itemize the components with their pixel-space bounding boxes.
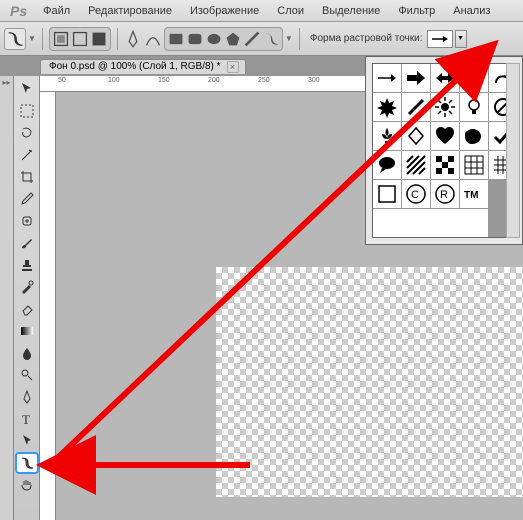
custom-shape[interactable]: [262, 30, 280, 48]
shape-arrow-thin[interactable]: [373, 64, 401, 92]
magic-wand-tool[interactable]: [15, 144, 39, 166]
menu-file[interactable]: Файл: [35, 3, 78, 19]
shape-arrow-up-right[interactable]: [460, 64, 488, 92]
shape-grid[interactable]: [460, 151, 488, 179]
eraser-tool[interactable]: [15, 298, 39, 320]
hand-tool[interactable]: [15, 474, 39, 496]
healing-tool[interactable]: [15, 210, 39, 232]
menu-select[interactable]: Выделение: [314, 3, 388, 19]
crop-tool[interactable]: [15, 166, 39, 188]
shape-sun[interactable]: [431, 93, 459, 121]
close-icon[interactable]: ×: [227, 61, 239, 73]
blur-tool[interactable]: [15, 342, 39, 364]
transparent-layer-area: [216, 267, 523, 497]
tool-preset-button[interactable]: [4, 28, 26, 50]
shape-picker-label: Форма растровой точки:: [310, 33, 423, 44]
shape-tools-group: [164, 27, 283, 51]
shape-diamond-outline[interactable]: [402, 122, 430, 150]
svg-text:TM: TM: [464, 190, 478, 201]
ellipse-shape[interactable]: [205, 30, 223, 48]
shapes-grid: C R TM: [372, 63, 516, 238]
toolbox: T: [14, 76, 40, 520]
dropdown-caret-icon[interactable]: ▼: [28, 34, 36, 43]
menu-layer[interactable]: Слои: [269, 3, 312, 19]
type-tool[interactable]: T: [15, 408, 39, 430]
fill-pixels-mode[interactable]: [90, 30, 108, 48]
shape-picker-dropdown[interactable]: ▼: [455, 30, 467, 48]
shape-slash[interactable]: [402, 93, 430, 121]
shape-arrow-bold[interactable]: [402, 64, 430, 92]
shape-bulb[interactable]: [460, 93, 488, 121]
pen-icon[interactable]: [124, 30, 142, 48]
ruler-vertical: [40, 92, 56, 520]
gradient-tool[interactable]: [15, 320, 39, 342]
menu-analysis[interactable]: Анализ: [445, 3, 498, 19]
eyedropper-tool[interactable]: [15, 188, 39, 210]
menubar: Ps Файл Редактирование Изображение Слои …: [0, 0, 523, 22]
stamp-tool[interactable]: [15, 254, 39, 276]
shape-options-caret-icon[interactable]: ▼: [285, 34, 293, 43]
panel-scrollbar[interactable]: [506, 63, 520, 238]
shape-blob[interactable]: [460, 122, 488, 150]
menu-edit[interactable]: Редактирование: [80, 3, 180, 19]
line-shape[interactable]: [243, 30, 261, 48]
drawing-mode-group: [49, 27, 111, 51]
panel-dock-left: ▸▸: [0, 76, 14, 520]
lasso-tool[interactable]: [15, 122, 39, 144]
shape-preview[interactable]: [427, 30, 453, 48]
document-tab[interactable]: Фон 0.psd @ 100% (Слой 1, RGB/8) * ×: [40, 59, 246, 74]
shape-arrow-double[interactable]: [431, 64, 459, 92]
shape-empty-row: [373, 209, 488, 237]
shape-trademark[interactable]: TM: [460, 180, 488, 208]
path-selection-tool[interactable]: [15, 430, 39, 452]
custom-shapes-panel: C R TM: [365, 56, 523, 245]
divider: [117, 28, 118, 50]
divider: [42, 28, 43, 50]
polygon-shape[interactable]: [224, 30, 242, 48]
menu-image[interactable]: Изображение: [182, 3, 267, 19]
shape-heart[interactable]: [431, 122, 459, 150]
menu-filter[interactable]: Фильтр: [390, 3, 443, 19]
shape-registered[interactable]: R: [431, 180, 459, 208]
options-bar: ▼ ▼ Форма растровой точки: ▼: [0, 22, 523, 56]
custom-shape-tool[interactable]: [15, 452, 39, 474]
shape-starburst[interactable]: [373, 93, 401, 121]
shape-layer-mode[interactable]: [52, 30, 70, 48]
svg-text:R: R: [440, 189, 448, 201]
path-mode[interactable]: [71, 30, 89, 48]
pen-tool[interactable]: [15, 386, 39, 408]
rounded-rect-shape[interactable]: [186, 30, 204, 48]
svg-text:T: T: [22, 412, 30, 427]
shape-checker[interactable]: [431, 151, 459, 179]
shape-copyright[interactable]: C: [402, 180, 430, 208]
brush-tool[interactable]: [15, 232, 39, 254]
dock-handle-icon[interactable]: ▸▸: [2, 78, 10, 87]
history-brush-tool[interactable]: [15, 276, 39, 298]
shape-speech-bubble[interactable]: [373, 151, 401, 179]
divider: [299, 28, 300, 50]
marquee-tool[interactable]: [15, 100, 39, 122]
move-tool[interactable]: [15, 78, 39, 100]
app-logo: Ps: [4, 3, 33, 19]
freeform-pen-icon[interactable]: [144, 30, 162, 48]
shape-stripes[interactable]: [402, 151, 430, 179]
document-tab-title: Фон 0.psd @ 100% (Слой 1, RGB/8) *: [49, 61, 221, 72]
svg-text:C: C: [411, 189, 419, 201]
shape-fleur[interactable]: [373, 122, 401, 150]
shape-square-outline[interactable]: [373, 180, 401, 208]
rectangle-shape[interactable]: [167, 30, 185, 48]
dodge-tool[interactable]: [15, 364, 39, 386]
